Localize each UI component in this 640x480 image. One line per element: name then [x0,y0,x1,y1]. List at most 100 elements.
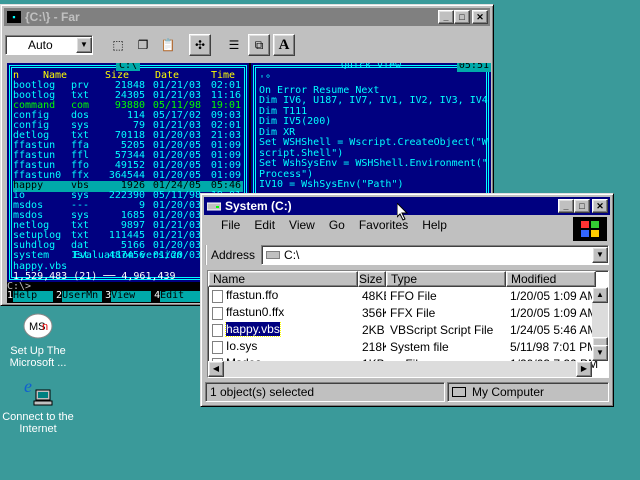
column-size[interactable]: Size [358,271,386,287]
scroll-up-button[interactable]: ▲ [592,287,608,303]
file-size: 218KB [362,339,386,354]
menu-view[interactable]: View [289,218,315,232]
fkey-help[interactable]: 1 Help [7,290,54,302]
font-mode-value: Auto [28,38,53,52]
file-modified: 1/20/05 1:09 AM [510,305,598,320]
file-name: ffastun.ffo [226,288,279,303]
far-app-icon: ▪ [7,11,21,23]
scroll-left-button[interactable]: ◀ [208,361,224,377]
msn-icon: MS n [22,310,54,342]
background-icon[interactable]: ⧉ [248,34,270,56]
file-type: VBScript Script File [390,322,494,337]
quick-view-line: Dim IV6, U187, IV7, IV1, IV2, IV3, IV4 [259,95,488,106]
status-selection: 1 object(s) selected [205,382,445,402]
status-bar: 1 object(s) selected My Computer [205,382,609,402]
file-icon [212,323,223,337]
explorer-window[interactable]: System (C:) _ □ ✕ File Edit View Go Favorite… [200,193,614,407]
fkey-view[interactable]: 3 View [105,290,152,302]
file-row[interactable]: happy.vbs 2KB VBScript Script File 1/24/05 … [208,321,608,338]
fkey-label: Help [13,290,54,302]
scroll-right-button[interactable]: ▶ [576,361,592,377]
vertical-scrollbar[interactable]: ▲ ▼ [592,287,608,361]
chevron-down-icon[interactable]: ▼ [592,247,608,263]
file-list-header: Name Size Type Modified [208,271,608,287]
copy-icon[interactable]: ❐ [132,34,154,56]
horizontal-scrollbar[interactable]: ◀ ▶ [208,361,592,377]
file-row[interactable]: ffastun0.ffx 356KB FFX File 1/20/05 1:09 AM [208,304,608,321]
font-icon[interactable]: A [273,34,295,56]
quick-view-line: IV10 = WshSysEnv("Path") [259,179,404,190]
font-mode-combo[interactable]: Auto ▼ [5,35,93,55]
file-size: 356KB [362,305,386,320]
chevron-down-icon[interactable]: ▼ [76,37,92,53]
far-title: {C:\} - Far [25,10,80,24]
file-type: System file [390,339,449,354]
close-button[interactable]: ✕ [472,10,488,24]
file-type: FFO File [390,288,437,303]
desktop-icon-setup-msn[interactable]: MS n Set Up The Microsoft ... [0,310,76,369]
file-name: ffastun0.ffx [226,305,285,320]
far-toolbar: Auto ▼ ⬚ ❐ 📋 ✣ ☰ ⧉ A [5,30,489,60]
svg-text:n: n [42,321,48,333]
file-type: FFX File [390,305,436,320]
minimize-button[interactable]: _ [558,199,574,213]
minimize-button[interactable]: _ [438,10,454,24]
address-value: C:\ [284,248,300,262]
file-row[interactable]: ffastun.ffo 48KB FFO File 1/20/05 1:09 AM [208,287,608,304]
maximize-button[interactable]: □ [574,199,590,213]
quick-view-line: '° [259,74,272,85]
clock: 05:51 [456,63,491,72]
close-button[interactable]: ✕ [592,199,608,213]
quick-view-line: Dim IV5(200) [259,116,332,127]
menu-go[interactable]: Go [329,218,345,232]
file-name: Io.sys [226,339,258,354]
quick-view-line: Set WSHShell = Wscript.CreateObject("W [259,137,488,148]
quick-view-line: Set WshSysEnv = WSHShell.Environment(" [259,158,488,169]
file-modified: 5/11/98 7:01 PM [510,339,598,354]
quick-view-title: Quick view [340,63,402,71]
mouse-cursor-icon [397,203,409,221]
scroll-down-button[interactable]: ▼ [592,345,608,361]
fkey-label: View [111,290,152,302]
drive-icon [207,200,221,212]
address-input[interactable]: C:\ ▼ [261,245,609,265]
column-type[interactable]: Type [386,271,506,287]
file-list[interactable]: Name Size Type Modified ffastun.ffo 48KB F… [207,270,609,378]
fkey-label: UserMn [62,290,103,302]
desktop-icon-connect-internet[interactable]: e Connect to the Internet [0,376,76,435]
menu-edit[interactable]: Edit [254,218,275,232]
column-name[interactable]: Name [208,271,358,287]
drive-icon [266,251,281,259]
fullscreen-icon[interactable]: ✣ [189,34,211,56]
file-size: 2KB [362,322,385,337]
windows-logo-icon [573,217,607,241]
my-computer-icon [452,387,466,397]
file-icon [212,306,223,320]
mark-icon[interactable]: ⬚ [107,34,129,56]
column-modified[interactable]: Modified [506,271,596,287]
function-keybar: 1 Help 2 UserMn 3 View 4 Edit [7,290,203,302]
file-icon [212,289,223,303]
desktop-icon-label: Connect to the Internet [2,411,74,435]
far-titlebar[interactable]: ▪ {C:\} - Far _ □ ✕ [4,8,490,26]
fkey-label: Edit [160,290,201,302]
status-zone: My Computer [447,382,609,402]
far-cell-size: 222390 [108,190,145,201]
evaluation-label: Evaluation version [73,250,183,261]
file-size: 48KB [362,288,386,303]
menu-help[interactable]: Help [422,218,447,232]
properties-icon[interactable]: ☰ [223,34,245,56]
fkey-usermn[interactable]: 2 UserMn [56,290,103,302]
file-name: happy.vbs [225,322,281,337]
file-row[interactable]: Io.sys 218KB System file 5/11/98 7:01 PM [208,338,608,355]
internet-connection-icon: e [22,376,54,408]
svg-text:e: e [24,376,32,396]
maximize-button[interactable]: □ [454,10,470,24]
paste-icon[interactable]: 📋 [157,34,179,56]
explorer-title: System (C:) [225,199,292,213]
fkey-edit[interactable]: 4 Edit [154,290,201,302]
menu-file[interactable]: File [221,218,240,232]
file-modified: 1/20/05 1:09 AM [510,288,598,303]
address-bar: Address C:\ ▼ [205,242,609,268]
file-modified: 1/24/05 5:46 AM [510,322,598,337]
